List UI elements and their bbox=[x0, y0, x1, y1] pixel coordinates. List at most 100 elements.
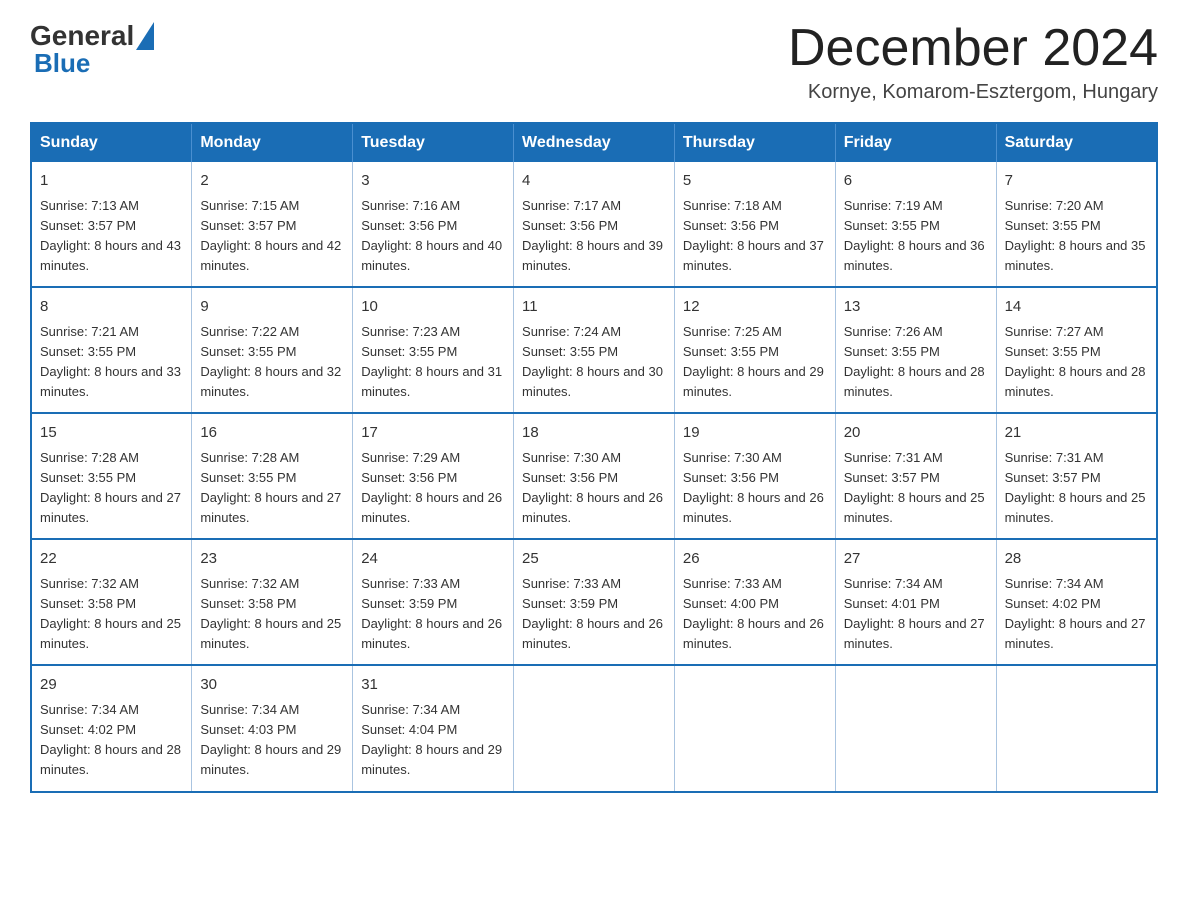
calendar-cell: 17Sunrise: 7:29 AMSunset: 3:56 PMDayligh… bbox=[353, 413, 514, 539]
day-info: Sunrise: 7:28 AMSunset: 3:55 PMDaylight:… bbox=[40, 450, 181, 525]
calendar-cell: 13 Sunrise: 7:26 AMSunset: 3:55 PMDayligh… bbox=[835, 287, 996, 413]
calendar-cell: 7 Sunrise: 7:20 AMSunset: 3:55 PMDaylight… bbox=[996, 162, 1157, 287]
day-info: Sunrise: 7:18 AMSunset: 3:56 PMDaylight:… bbox=[683, 198, 824, 273]
calendar-cell: 29Sunrise: 7:34 AMSunset: 4:02 PMDayligh… bbox=[31, 665, 192, 791]
day-number: 12 bbox=[683, 296, 827, 319]
calendar-cell: 22 Sunrise: 7:32 AMSunset: 3:58 PMDayligh… bbox=[31, 539, 192, 665]
day-info: Sunrise: 7:34 AMSunset: 4:01 PMDaylight:… bbox=[844, 576, 985, 651]
day-number: 30 bbox=[200, 674, 344, 697]
day-info: Sunrise: 7:23 AMSunset: 3:55 PMDaylight:… bbox=[361, 324, 502, 399]
day-info: Sunrise: 7:25 AMSunset: 3:55 PMDaylight:… bbox=[683, 324, 824, 399]
day-number: 3 bbox=[361, 170, 505, 193]
day-info: Sunrise: 7:33 AMSunset: 3:59 PMDaylight:… bbox=[522, 576, 663, 651]
calendar-cell: 12 Sunrise: 7:25 AMSunset: 3:55 PMDayligh… bbox=[674, 287, 835, 413]
day-number: 9 bbox=[200, 296, 344, 319]
calendar-cell: 21Sunrise: 7:31 AMSunset: 3:57 PMDayligh… bbox=[996, 413, 1157, 539]
page-header: General Blue December 2024 Kornye, Komar… bbox=[30, 20, 1158, 104]
calendar-cell bbox=[996, 665, 1157, 791]
calendar-cell: 1Sunrise: 7:13 AMSunset: 3:57 PMDaylight… bbox=[31, 162, 192, 287]
day-info: Sunrise: 7:15 AMSunset: 3:57 PMDaylight:… bbox=[200, 198, 341, 273]
day-number: 10 bbox=[361, 296, 505, 319]
day-number: 28 bbox=[1005, 548, 1148, 571]
calendar-week-row: 8 Sunrise: 7:21 AMSunset: 3:55 PMDaylight… bbox=[31, 287, 1157, 413]
day-number: 16 bbox=[200, 422, 344, 445]
day-number: 29 bbox=[40, 674, 183, 697]
day-info: Sunrise: 7:33 AMSunset: 4:00 PMDaylight:… bbox=[683, 576, 824, 651]
day-number: 18 bbox=[522, 422, 666, 445]
day-number: 6 bbox=[844, 170, 988, 193]
weekday-header-tuesday: Tuesday bbox=[353, 123, 514, 162]
calendar-cell: 15 Sunrise: 7:28 AMSunset: 3:55 PMDayligh… bbox=[31, 413, 192, 539]
logo-blue: Blue bbox=[34, 48, 90, 79]
day-info: Sunrise: 7:32 AMSunset: 3:58 PMDaylight:… bbox=[40, 576, 181, 651]
calendar-cell: 8 Sunrise: 7:21 AMSunset: 3:55 PMDaylight… bbox=[31, 287, 192, 413]
day-info: Sunrise: 7:24 AMSunset: 3:55 PMDaylight:… bbox=[522, 324, 663, 399]
calendar-cell: 11 Sunrise: 7:24 AMSunset: 3:55 PMDayligh… bbox=[514, 287, 675, 413]
calendar-table: SundayMondayTuesdayWednesdayThursdayFrid… bbox=[30, 122, 1158, 792]
day-number: 22 bbox=[40, 548, 183, 571]
calendar-cell: 16 Sunrise: 7:28 AMSunset: 3:55 PMDayligh… bbox=[192, 413, 353, 539]
calendar-cell: 23Sunrise: 7:32 AMSunset: 3:58 PMDayligh… bbox=[192, 539, 353, 665]
calendar-cell: 19 Sunrise: 7:30 AMSunset: 3:56 PMDayligh… bbox=[674, 413, 835, 539]
day-number: 15 bbox=[40, 422, 183, 445]
calendar-cell: 6 Sunrise: 7:19 AMSunset: 3:55 PMDaylight… bbox=[835, 162, 996, 287]
day-number: 20 bbox=[844, 422, 988, 445]
day-number: 11 bbox=[522, 296, 666, 319]
calendar-week-row: 15 Sunrise: 7:28 AMSunset: 3:55 PMDayligh… bbox=[31, 413, 1157, 539]
calendar-cell: 25Sunrise: 7:33 AMSunset: 3:59 PMDayligh… bbox=[514, 539, 675, 665]
title-block: December 2024 Kornye, Komarom-Esztergom,… bbox=[788, 20, 1158, 104]
calendar-cell: 20 Sunrise: 7:31 AMSunset: 3:57 PMDayligh… bbox=[835, 413, 996, 539]
calendar-cell: 3Sunrise: 7:16 AMSunset: 3:56 PMDaylight… bbox=[353, 162, 514, 287]
calendar-cell: 4 Sunrise: 7:17 AMSunset: 3:56 PMDaylight… bbox=[514, 162, 675, 287]
calendar-cell: 14 Sunrise: 7:27 AMSunset: 3:55 PMDayligh… bbox=[996, 287, 1157, 413]
calendar-cell: 2Sunrise: 7:15 AMSunset: 3:57 PMDaylight… bbox=[192, 162, 353, 287]
calendar-cell: 28 Sunrise: 7:34 AMSunset: 4:02 PMDayligh… bbox=[996, 539, 1157, 665]
day-number: 24 bbox=[361, 548, 505, 571]
calendar-cell bbox=[674, 665, 835, 791]
day-number: 8 bbox=[40, 296, 183, 319]
calendar-week-row: 22 Sunrise: 7:32 AMSunset: 3:58 PMDayligh… bbox=[31, 539, 1157, 665]
calendar-cell: 5 Sunrise: 7:18 AMSunset: 3:56 PMDaylight… bbox=[674, 162, 835, 287]
day-info: Sunrise: 7:20 AMSunset: 3:55 PMDaylight:… bbox=[1005, 198, 1146, 273]
calendar-cell: 27Sunrise: 7:34 AMSunset: 4:01 PMDayligh… bbox=[835, 539, 996, 665]
day-info: Sunrise: 7:34 AMSunset: 4:02 PMDaylight:… bbox=[1005, 576, 1146, 651]
day-number: 19 bbox=[683, 422, 827, 445]
day-info: Sunrise: 7:30 AMSunset: 3:56 PMDaylight:… bbox=[522, 450, 663, 525]
calendar-cell: 26 Sunrise: 7:33 AMSunset: 4:00 PMDayligh… bbox=[674, 539, 835, 665]
calendar-header-row: SundayMondayTuesdayWednesdayThursdayFrid… bbox=[31, 123, 1157, 162]
day-info: Sunrise: 7:31 AMSunset: 3:57 PMDaylight:… bbox=[844, 450, 985, 525]
weekday-header-thursday: Thursday bbox=[674, 123, 835, 162]
day-info: Sunrise: 7:19 AMSunset: 3:55 PMDaylight:… bbox=[844, 198, 985, 273]
calendar-cell: 10 Sunrise: 7:23 AMSunset: 3:55 PMDayligh… bbox=[353, 287, 514, 413]
day-number: 31 bbox=[361, 674, 505, 697]
day-number: 13 bbox=[844, 296, 988, 319]
calendar-week-row: 1Sunrise: 7:13 AMSunset: 3:57 PMDaylight… bbox=[31, 162, 1157, 287]
day-number: 21 bbox=[1005, 422, 1148, 445]
day-number: 7 bbox=[1005, 170, 1148, 193]
calendar-cell bbox=[514, 665, 675, 791]
calendar-cell: 31 Sunrise: 7:34 AMSunset: 4:04 PMDayligh… bbox=[353, 665, 514, 791]
day-info: Sunrise: 7:27 AMSunset: 3:55 PMDaylight:… bbox=[1005, 324, 1146, 399]
day-number: 1 bbox=[40, 170, 183, 193]
day-number: 14 bbox=[1005, 296, 1148, 319]
calendar-cell: 24 Sunrise: 7:33 AMSunset: 3:59 PMDayligh… bbox=[353, 539, 514, 665]
day-info: Sunrise: 7:30 AMSunset: 3:56 PMDaylight:… bbox=[683, 450, 824, 525]
location-title: Kornye, Komarom-Esztergom, Hungary bbox=[788, 81, 1158, 104]
day-number: 4 bbox=[522, 170, 666, 193]
weekday-header-sunday: Sunday bbox=[31, 123, 192, 162]
day-info: Sunrise: 7:17 AMSunset: 3:56 PMDaylight:… bbox=[522, 198, 663, 273]
calendar-cell bbox=[835, 665, 996, 791]
day-info: Sunrise: 7:33 AMSunset: 3:59 PMDaylight:… bbox=[361, 576, 502, 651]
weekday-header-wednesday: Wednesday bbox=[514, 123, 675, 162]
day-info: Sunrise: 7:34 AMSunset: 4:04 PMDaylight:… bbox=[361, 702, 502, 777]
day-info: Sunrise: 7:21 AMSunset: 3:55 PMDaylight:… bbox=[40, 324, 181, 399]
day-number: 26 bbox=[683, 548, 827, 571]
weekday-header-friday: Friday bbox=[835, 123, 996, 162]
weekday-header-saturday: Saturday bbox=[996, 123, 1157, 162]
day-number: 5 bbox=[683, 170, 827, 193]
day-info: Sunrise: 7:28 AMSunset: 3:55 PMDaylight:… bbox=[200, 450, 341, 525]
day-info: Sunrise: 7:29 AMSunset: 3:56 PMDaylight:… bbox=[361, 450, 502, 525]
calendar-cell: 9Sunrise: 7:22 AMSunset: 3:55 PMDaylight… bbox=[192, 287, 353, 413]
weekday-header-monday: Monday bbox=[192, 123, 353, 162]
day-info: Sunrise: 7:26 AMSunset: 3:55 PMDaylight:… bbox=[844, 324, 985, 399]
